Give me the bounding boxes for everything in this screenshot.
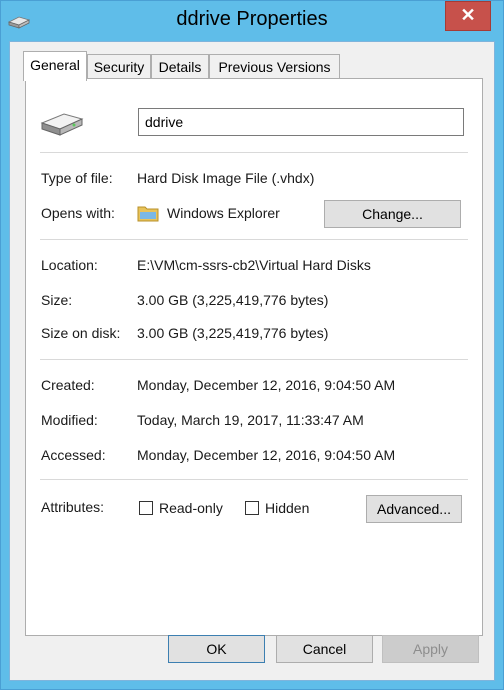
close-button[interactable]: ✕ (445, 1, 491, 31)
separator (40, 152, 468, 153)
ok-button[interactable]: OK (168, 635, 265, 663)
cancel-button[interactable]: Cancel (276, 635, 373, 663)
tab-details[interactable]: Details (151, 54, 209, 78)
modified-label: Modified: (41, 412, 98, 428)
type-label: Type of file: (41, 170, 113, 186)
apply-button[interactable]: Apply (382, 635, 479, 663)
change-button[interactable]: Change... (324, 200, 461, 228)
accessed-label: Accessed: (41, 447, 106, 463)
hidden-label[interactable]: Hidden (265, 500, 309, 516)
readonly-label[interactable]: Read-only (159, 500, 223, 516)
opens-with-label: Opens with: (41, 205, 115, 221)
attributes-label: Attributes: (41, 499, 105, 515)
dialog-body: General Security Details Previous Versio… (9, 41, 495, 681)
separator (40, 479, 468, 480)
window-title: ddrive Properties (176, 8, 328, 30)
size-label: Size: (41, 292, 73, 308)
type-value: Hard Disk Image File (.vhdx) (137, 170, 315, 186)
accessed-value: Monday, December 12, 2016, 9:04:50 AM (137, 447, 396, 463)
modified-value: Today, March 19, 2017, 11:33:47 AM (137, 412, 364, 428)
tab-security[interactable]: Security (87, 54, 151, 78)
folder-icon (137, 203, 159, 223)
location-label: Location: (41, 257, 98, 273)
opens-with-value: Windows Explorer (167, 205, 280, 221)
drive-icon (40, 108, 84, 138)
readonly-checkbox[interactable] (139, 501, 153, 515)
location-value: E:\VM\cm-ssrs-cb2\Virtual Hard Disks (137, 257, 371, 273)
dialog-footer: OK Cancel Apply (8, 626, 494, 680)
hidden-checkbox[interactable] (245, 501, 259, 515)
size-on-disk-value: 3.00 GB (3,225,419,776 bytes) (137, 325, 329, 341)
title-bar[interactable]: ddrive Properties ✕ (1, 1, 503, 41)
created-label: Created: (41, 377, 95, 393)
properties-window: ddrive Properties ✕ General Security Det… (0, 0, 504, 690)
separator (40, 359, 468, 360)
tab-general[interactable]: General (23, 51, 87, 81)
size-on-disk-label: Size on disk: (41, 325, 121, 341)
general-tab-panel: ddrive Type of file: Hard Disk Image Fil… (25, 78, 483, 636)
separator (40, 239, 468, 240)
size-value: 3.00 GB (3,225,419,776 bytes) (137, 292, 329, 308)
file-name-field[interactable]: ddrive (138, 108, 464, 136)
advanced-button[interactable]: Advanced... (366, 495, 462, 523)
close-icon: ✕ (460, 5, 476, 25)
tab-previous-versions[interactable]: Previous Versions (209, 54, 340, 78)
created-value: Monday, December 12, 2016, 9:04:50 AM (137, 377, 396, 393)
